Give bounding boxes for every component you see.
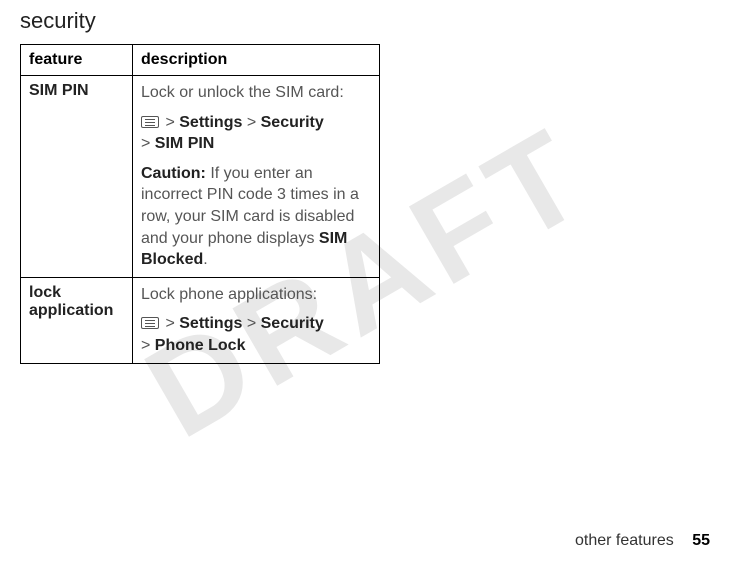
features-table: feature description SIM PIN Lock or unlo…: [20, 44, 380, 364]
col-feature: feature: [21, 45, 133, 76]
feature-description: Lock or unlock the SIM card: > Settings …: [133, 76, 380, 278]
section-title: security: [20, 8, 734, 34]
sep: >: [247, 315, 256, 332]
menu-icon: [141, 116, 159, 128]
caution-label: Caution:: [141, 165, 206, 182]
path-settings: Settings: [179, 315, 242, 332]
caution-period: .: [203, 251, 207, 268]
path-security: Security: [261, 315, 324, 332]
table-row: SIM PIN Lock or unlock the SIM card: > S…: [21, 76, 380, 278]
menu-icon: [141, 317, 159, 329]
page-content: security feature description SIM PIN Loc…: [0, 0, 734, 364]
caution-block: Caution: If you enter an incorrect PIN c…: [141, 163, 371, 271]
desc-intro: Lock phone applications:: [141, 284, 371, 306]
path-settings: Settings: [179, 114, 242, 131]
sep: >: [141, 135, 150, 152]
sep: >: [141, 337, 150, 354]
path-leaf: Phone Lock: [155, 337, 246, 354]
sep: >: [165, 114, 174, 131]
sep: >: [247, 114, 256, 131]
path-leaf: SIM PIN: [155, 135, 215, 152]
page-footer: other features 55: [575, 532, 710, 550]
menu-path: > Settings > Security > Phone Lock: [141, 313, 371, 356]
desc-intro: Lock or unlock the SIM card:: [141, 82, 371, 104]
feature-description: Lock phone applications: > Settings > Se…: [133, 277, 380, 363]
col-description: description: [133, 45, 380, 76]
table-row: lock application Lock phone applications…: [21, 277, 380, 363]
feature-name: lock application: [21, 277, 133, 363]
feature-name: SIM PIN: [21, 76, 133, 278]
sep: >: [165, 315, 174, 332]
footer-label: other features: [575, 532, 674, 549]
path-security: Security: [261, 114, 324, 131]
table-header-row: feature description: [21, 45, 380, 76]
menu-path: > Settings > Security > SIM PIN: [141, 112, 371, 155]
page-number: 55: [692, 532, 710, 549]
